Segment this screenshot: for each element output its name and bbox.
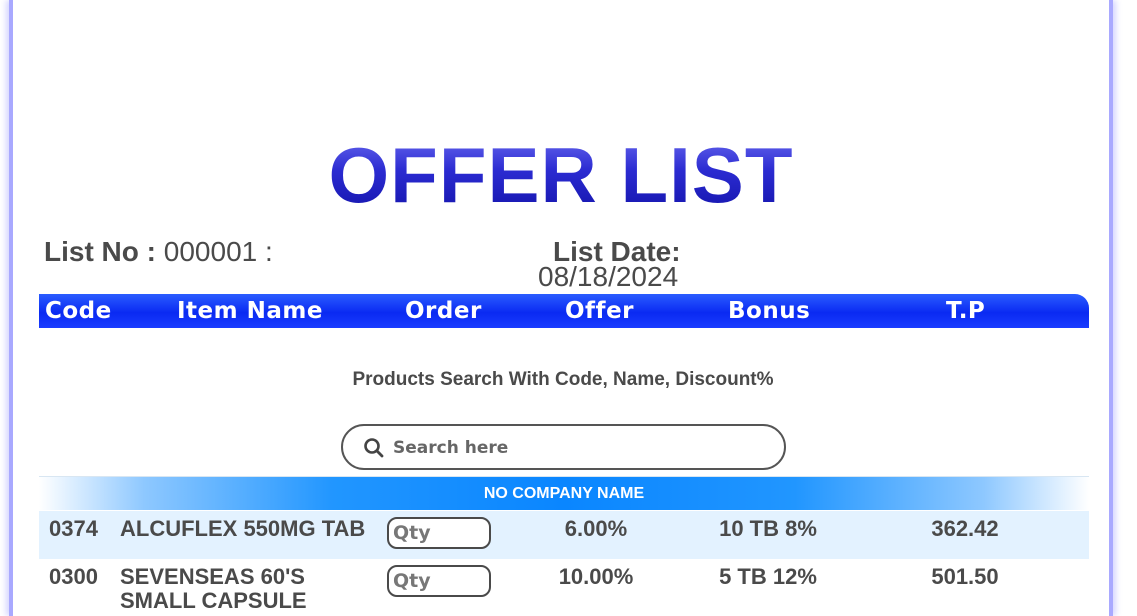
company-header: NO COMPANY NAME bbox=[39, 477, 1089, 510]
page-title: OFFER LIST bbox=[13, 131, 1109, 219]
list-number-label: List No : bbox=[44, 236, 156, 267]
row-tp: 501.50 bbox=[931, 564, 999, 589]
search-input[interactable] bbox=[391, 432, 775, 464]
row-bonus: 5 TB 12% bbox=[719, 564, 817, 589]
search-box[interactable] bbox=[341, 424, 786, 470]
table-header: Code Item Name Order Offer Bonus T.P bbox=[39, 294, 1089, 328]
list-number-value: 000001 : bbox=[163, 236, 273, 267]
list-date-value: 08/18/2024 bbox=[538, 261, 679, 292]
qty-input[interactable] bbox=[387, 565, 491, 597]
search-caption: Products Search With Code, Name, Discoun… bbox=[352, 369, 774, 390]
search-icon bbox=[364, 438, 384, 458]
row-offer: 6.00% bbox=[564, 516, 628, 541]
header-item-name: Item Name bbox=[177, 298, 323, 324]
row-bonus: 10 TB 8% bbox=[719, 516, 817, 541]
table-row: 0300 SEVENSEAS 60'S SMALL CAPSULE 10.00%… bbox=[39, 559, 1089, 613]
table-row: 0374 ALCUFLEX 550MG TAB 6.00% 10 TB 8% 3… bbox=[39, 511, 1089, 559]
row-offer: 10.00% bbox=[558, 564, 634, 589]
row-tp: 362.42 bbox=[931, 516, 999, 541]
row-code: 0300 bbox=[49, 564, 98, 589]
header-offer: Offer bbox=[565, 298, 635, 324]
header-bonus: Bonus bbox=[728, 298, 811, 324]
list-number: List No : 000001 : bbox=[44, 236, 273, 268]
header-code: Code bbox=[45, 298, 112, 324]
row-item-name: ALCUFLEX 550MG TAB bbox=[120, 516, 366, 541]
row-item-name: SEVENSEAS 60'S SMALL CAPSULE bbox=[120, 564, 307, 613]
row-code: 0374 bbox=[49, 516, 98, 541]
page-frame: OFFER LIST List No : 000001 : List Date:… bbox=[13, 0, 1109, 616]
qty-input[interactable] bbox=[387, 517, 491, 549]
header-order: Order bbox=[405, 298, 482, 324]
header-tp: T.P bbox=[946, 298, 986, 324]
